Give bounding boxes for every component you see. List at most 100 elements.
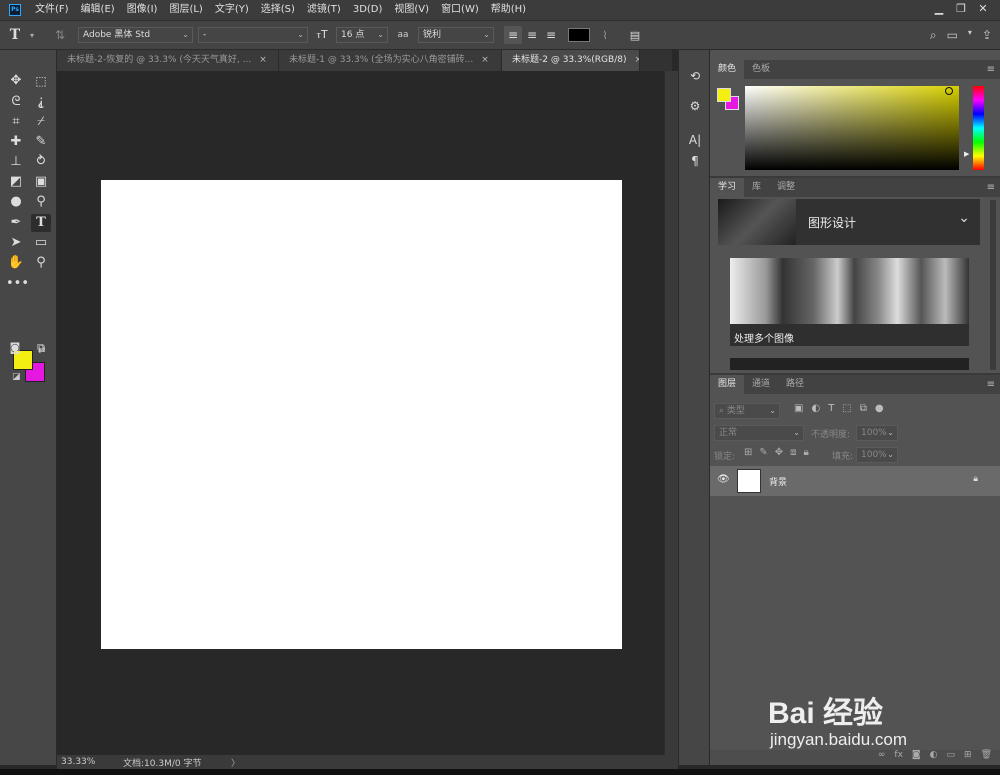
font-family-select[interactable]: Adobe 黑体 Std ⌄: [78, 27, 193, 43]
quick-mask-icon[interactable]: ◙: [5, 339, 25, 357]
healing-brush-icon[interactable]: ✚: [6, 133, 26, 151]
character-panel-icon[interactable]: ▤: [620, 29, 650, 42]
rectangle-tool-icon[interactable]: ▭: [31, 234, 51, 252]
link-layers-icon[interactable]: ∞: [878, 750, 886, 765]
filter-smart-icon[interactable]: ⧉: [860, 403, 867, 414]
share-icon[interactable]: ⇪: [982, 28, 992, 43]
tutorial-card-next[interactable]: [730, 358, 969, 370]
layer-filter-select[interactable]: ⌕ 类型 ⌄: [714, 403, 780, 419]
close-icon[interactable]: ×: [481, 50, 489, 71]
filter-shape-icon[interactable]: ⬚: [842, 403, 851, 414]
lasso-tool-icon[interactable]: ᘓ: [6, 93, 26, 111]
align-center-icon[interactable]: ≡: [523, 26, 541, 44]
paragraph-icon[interactable]: ¶: [687, 153, 703, 169]
hue-slider[interactable]: [973, 86, 984, 170]
restore-button[interactable]: ❐: [950, 0, 972, 20]
learn-scrollbar[interactable]: [990, 200, 996, 370]
menu-file[interactable]: 文件(F): [29, 0, 75, 20]
eraser-tool-icon[interactable]: ◩: [6, 173, 26, 191]
chevron-down-icon[interactable]: ▾: [30, 31, 42, 40]
text-color-swatch[interactable]: [568, 28, 590, 42]
blur-tool-icon[interactable]: ●: [6, 193, 26, 211]
menu-help[interactable]: 帮助(H): [485, 0, 532, 20]
color-picker-field[interactable]: [745, 86, 959, 170]
zoom-tool-icon[interactable]: ⚲: [31, 254, 51, 272]
tab-document-1[interactable]: 未标题-2-恢复的 @ 33.3% (今天天气真好, ... ×: [57, 50, 279, 71]
chevron-down-icon[interactable]: ⌄: [958, 210, 970, 226]
delete-layer-icon[interactable]: 🗑︎: [981, 750, 992, 765]
menu-3d[interactable]: 3D(D): [347, 0, 389, 20]
menu-select[interactable]: 选择(S): [255, 0, 301, 20]
blend-mode-select[interactable]: 正常 ⌄: [714, 425, 804, 441]
menu-edit[interactable]: 编辑(E): [75, 0, 121, 20]
fx-icon[interactable]: fx: [894, 750, 903, 765]
menu-image[interactable]: 图像(I): [121, 0, 164, 20]
default-colors-icon[interactable]: ◪: [12, 372, 21, 382]
history-panel-icon[interactable]: ⟲: [687, 68, 703, 84]
lock-position-icon[interactable]: ✥: [775, 447, 783, 458]
add-mask-icon[interactable]: ◙: [912, 750, 921, 765]
canvas-workspace[interactable]: [57, 71, 664, 755]
tab-document-2[interactable]: 未标题-1 @ 33.3% (全场为实心八角密铺砖... ×: [279, 50, 502, 71]
character-icon[interactable]: A|: [687, 132, 703, 148]
type-tool-icon[interactable]: T: [31, 214, 51, 232]
font-style-select[interactable]: - ⌄: [198, 27, 308, 43]
new-layer-icon[interactable]: ⊞: [964, 750, 972, 765]
zoom-level[interactable]: 33.33%: [57, 757, 119, 767]
menu-type[interactable]: 文字(Y): [209, 0, 255, 20]
close-icon[interactable]: ×: [634, 50, 639, 71]
layer-name[interactable]: 背景: [769, 475, 787, 488]
learn-topic-header[interactable]: 图形设计 ⌄: [718, 199, 980, 245]
pen-tool-icon[interactable]: ✒: [6, 214, 26, 232]
adjustment-layer-icon[interactable]: ◐: [930, 750, 938, 765]
lock-artboard-icon[interactable]: ⧈: [790, 447, 796, 458]
crop-tool-icon[interactable]: ⌗: [6, 113, 26, 131]
fill-input[interactable]: 100% ⌄: [856, 447, 898, 463]
tab-libraries[interactable]: 库: [744, 178, 769, 197]
menu-filter[interactable]: 滤镜(T): [301, 0, 347, 20]
document-canvas[interactable]: [101, 180, 622, 649]
tab-learn[interactable]: 学习: [710, 178, 745, 197]
close-button[interactable]: ✕: [972, 0, 994, 20]
type-tool-preset-icon[interactable]: T: [0, 27, 30, 43]
menu-view[interactable]: 视图(V): [388, 0, 435, 20]
align-right-icon[interactable]: ≡: [542, 26, 560, 44]
visibility-eye-icon[interactable]: 👁︎: [717, 474, 730, 485]
gradient-tool-icon[interactable]: ▣: [31, 173, 51, 191]
filter-type-icon[interactable]: T: [828, 403, 834, 414]
warp-text-icon[interactable]: ⌇: [590, 29, 620, 42]
eyedropper-icon[interactable]: ⌿: [31, 113, 51, 131]
lock-transparent-icon[interactable]: ⊞: [744, 447, 752, 458]
layer-row[interactable]: 👁︎ 背景 🔒︎: [710, 466, 1000, 496]
color-fg-swatch[interactable]: [717, 88, 731, 102]
properties-panel-icon[interactable]: ⚙: [687, 98, 703, 114]
opacity-input[interactable]: 100% ⌄: [856, 425, 898, 441]
dodge-tool-icon[interactable]: ⚲: [31, 193, 51, 211]
anti-alias-select[interactable]: 锐利 ⌄: [418, 27, 494, 43]
tab-adjustments[interactable]: 调整: [769, 178, 803, 197]
font-size-select[interactable]: 16 点 ⌄: [336, 27, 388, 43]
menu-layer[interactable]: 图层(L): [163, 0, 208, 20]
tab-document-3-active[interactable]: 未标题-2 @ 33.3%(RGB/8) ×: [502, 50, 640, 71]
filter-adjustment-icon[interactable]: ◐: [811, 403, 820, 414]
tab-channels[interactable]: 通道: [744, 375, 778, 394]
vertical-scrollbar[interactable]: [664, 71, 678, 755]
filter-pixel-icon[interactable]: ▣: [794, 403, 803, 414]
minimize-button[interactable]: ▁: [928, 0, 950, 20]
screen-mode-icon[interactable]: ⧉: [31, 339, 51, 357]
clone-stamp-icon[interactable]: ⊥: [6, 153, 26, 171]
path-select-icon[interactable]: ➤: [6, 234, 26, 252]
align-left-icon[interactable]: ≡: [504, 26, 522, 44]
panel-menu-icon[interactable]: ≡: [987, 375, 995, 394]
tab-paths[interactable]: 路径: [778, 375, 812, 394]
workspace-icon[interactable]: ▭: [947, 28, 958, 43]
new-group-icon[interactable]: ▭: [947, 750, 956, 765]
lock-all-icon[interactable]: 🔒︎: [804, 447, 809, 458]
panel-menu-icon[interactable]: ≡: [987, 60, 995, 79]
move-tool-icon[interactable]: ✥: [6, 72, 26, 90]
tutorial-card[interactable]: 处理多个图像: [730, 258, 969, 346]
color-picker-handle[interactable]: [945, 87, 953, 95]
hand-tool-icon[interactable]: ✋: [6, 254, 26, 272]
marquee-tool-icon[interactable]: ⬚: [31, 72, 51, 90]
status-menu-icon[interactable]: 〉: [231, 756, 240, 769]
